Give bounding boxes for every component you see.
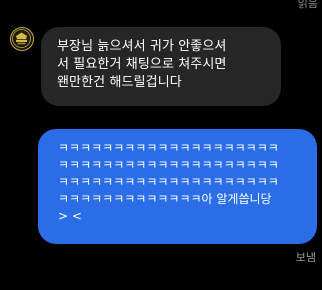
sender-avatar[interactable] xyxy=(10,27,34,51)
incoming-message-bubble[interactable]: 부장님 늙으셔서 귀가 안좋으셔 서 필요한거 채팅으로 쳐주시면 왠만한건 해… xyxy=(41,27,281,106)
outgoing-message-bubble[interactable]: ㅋㅋㅋㅋㅋㅋㅋㅋㅋㅋㅋㅋㅋㅋㅋㅋㅋㅋㅋㅋ ㅋㅋㅋㅋㅋㅋㅋㅋㅋㅋㅋㅋㅋㅋㅋㅋㅋㅋㅋ… xyxy=(38,129,317,244)
read-status: 읽음 xyxy=(297,0,318,10)
sent-status: 보냄 xyxy=(295,251,316,264)
chat-screen: 읽음 부장님 늙으셔서 귀가 안좋으셔 서 필요한거 채팅으로 쳐주시면 왠만한… xyxy=(0,0,322,290)
team-emblem-icon xyxy=(12,29,31,48)
